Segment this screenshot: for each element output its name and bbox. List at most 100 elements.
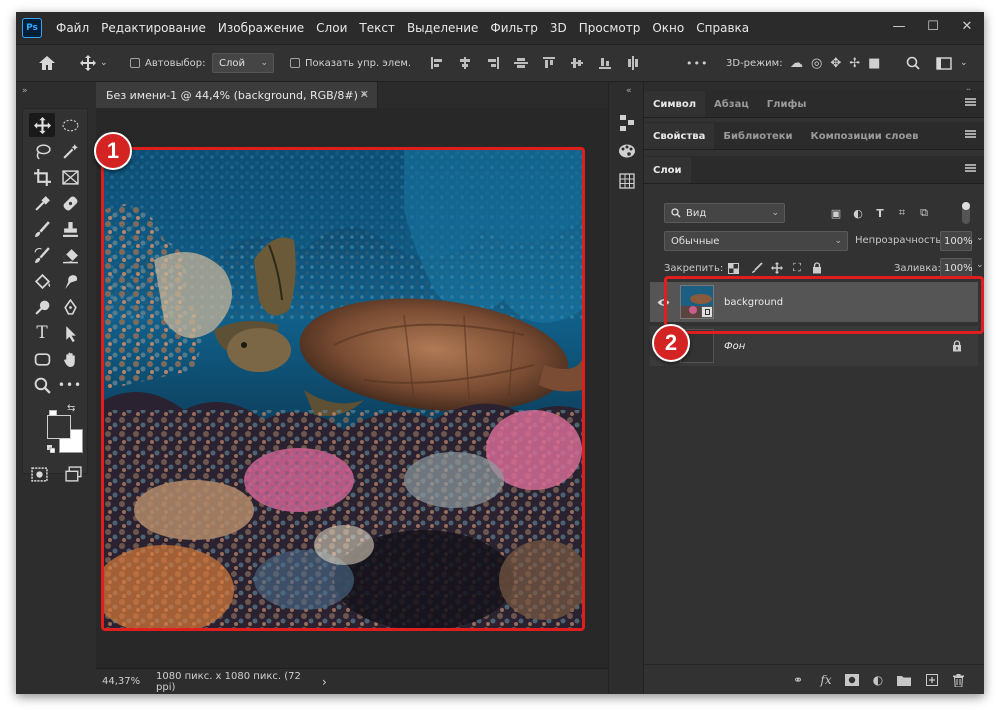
more-tools-button[interactable]: ••• xyxy=(57,373,83,397)
menu-help[interactable]: Справка xyxy=(690,21,755,35)
lock-pixels-icon[interactable] xyxy=(750,261,764,275)
chevron-down-icon[interactable]: ⌄ xyxy=(976,260,984,270)
fx-icon[interactable]: fx xyxy=(818,672,834,688)
default-colors-button[interactable] xyxy=(47,443,56,454)
healing-brush-tool[interactable] xyxy=(57,191,83,215)
move-tool[interactable] xyxy=(29,113,55,137)
search-button[interactable] xyxy=(906,45,920,81)
tab-layer-comps[interactable]: Композиции слоев xyxy=(802,123,928,149)
menu-window[interactable]: Окно xyxy=(646,21,690,35)
tab-glyphs[interactable]: Глифы xyxy=(758,91,816,117)
ellipse-marquee-tool[interactable] xyxy=(57,113,83,137)
mask-icon[interactable] xyxy=(844,672,860,688)
filter-shape-icon[interactable]: ⌗ xyxy=(895,206,909,220)
filter-adjustment-icon[interactable]: ◐ xyxy=(851,206,865,220)
menu-type[interactable]: Текст xyxy=(353,21,401,35)
panel-menu-icon[interactable] xyxy=(965,130,976,138)
collapse-toolbar-icon[interactable]: » xyxy=(22,86,28,96)
panel-menu-icon[interactable] xyxy=(965,98,976,106)
color-panel-button[interactable] xyxy=(616,140,638,162)
quick-mask-button[interactable] xyxy=(26,462,52,486)
lasso-tool[interactable] xyxy=(29,139,55,163)
eraser-tool[interactable] xyxy=(57,243,83,267)
align-top-icon[interactable] xyxy=(542,56,556,70)
brush-tool[interactable] xyxy=(29,217,55,241)
chevron-down-icon[interactable]: ⌄ xyxy=(976,233,984,243)
filter-pixel-icon[interactable]: ▣ xyxy=(829,206,843,220)
tab-character[interactable]: Символ xyxy=(644,91,706,117)
trash-icon[interactable] xyxy=(950,672,966,688)
crop-tool[interactable] xyxy=(29,165,55,189)
tab-libraries[interactable]: Библиотеки xyxy=(714,123,801,149)
align-right-icon[interactable] xyxy=(486,56,500,70)
maximize-button[interactable]: ☐ xyxy=(916,12,950,40)
swap-colors-icon[interactable]: ⇆ xyxy=(67,403,75,414)
foreground-color-swatch[interactable] xyxy=(47,415,71,439)
auto-select-checkbox[interactable]: Автовыбор: xyxy=(130,45,205,81)
paint-bucket-tool[interactable] xyxy=(29,269,55,293)
lock-all-icon[interactable] xyxy=(810,261,824,275)
document-tab[interactable]: Без имени-1 @ 44,4% (background, RGB/8#)… xyxy=(96,82,378,108)
history-panel-button[interactable] xyxy=(616,112,638,134)
lock-artboard-icon[interactable]: ⛶ xyxy=(790,261,804,275)
move-tool-preset[interactable]: ⌄ xyxy=(80,45,108,81)
folder-icon[interactable] xyxy=(896,672,912,688)
path-selection-tool[interactable] xyxy=(57,321,83,345)
close-window-button[interactable]: ✕ xyxy=(950,12,984,40)
menu-select[interactable]: Выделение xyxy=(401,21,484,35)
clone-stamp-tool[interactable] xyxy=(57,217,83,241)
smudge-tool[interactable] xyxy=(57,269,83,293)
opacity-input[interactable]: 100% xyxy=(940,231,973,251)
video-camera-icon[interactable]: ■ xyxy=(868,56,880,71)
zoom-tool[interactable] xyxy=(29,373,55,397)
frame-tool[interactable] xyxy=(57,165,83,189)
screen-mode-button[interactable] xyxy=(60,462,86,486)
tab-layers[interactable]: Слои xyxy=(644,157,691,183)
history-brush-tool[interactable] xyxy=(29,243,55,267)
filter-type-icon[interactable]: T xyxy=(873,206,887,220)
align-bottom-icon[interactable] xyxy=(598,56,612,70)
minimize-button[interactable]: — xyxy=(882,12,916,40)
close-tab-icon[interactable]: ✕ xyxy=(360,88,369,101)
lock-transparency-icon[interactable] xyxy=(726,261,740,275)
new-layer-icon[interactable] xyxy=(924,672,940,688)
magic-wand-tool[interactable] xyxy=(57,139,83,163)
menu-layer[interactable]: Слои xyxy=(310,21,353,35)
swatches-panel-button[interactable] xyxy=(616,170,638,192)
eyedropper-tool[interactable] xyxy=(29,191,55,215)
type-tool[interactable]: T xyxy=(29,321,55,345)
roll-3d-icon[interactable]: ◎ xyxy=(811,56,822,71)
distribute-horizontal-icon[interactable] xyxy=(626,56,640,70)
workspace-button[interactable]: ⌄ xyxy=(936,45,968,81)
layer-filter-dropdown[interactable]: Вид ⌄ xyxy=(664,203,785,223)
align-left-icon[interactable] xyxy=(430,56,444,70)
tab-properties[interactable]: Свойства xyxy=(644,123,715,149)
distribute-icon[interactable] xyxy=(514,56,528,70)
fill-input[interactable]: 100% xyxy=(940,258,973,278)
drag-3d-icon[interactable]: ✥ xyxy=(830,56,841,71)
slide-3d-icon[interactable]: ✢ xyxy=(849,56,860,71)
home-button[interactable] xyxy=(38,45,56,81)
more-options-button[interactable]: ••• xyxy=(686,45,708,81)
panel-menu-icon[interactable] xyxy=(965,164,976,172)
blend-mode-dropdown[interactable]: Обычные ⌄ xyxy=(664,231,848,251)
lock-position-icon[interactable] xyxy=(770,261,784,275)
menu-image[interactable]: Изображение xyxy=(212,21,310,35)
menu-file[interactable]: Файл xyxy=(50,21,95,35)
orbit-3d-icon[interactable]: ☁ xyxy=(790,56,803,71)
tab-paragraph[interactable]: Абзац xyxy=(705,91,758,117)
menu-3d[interactable]: 3D xyxy=(544,21,573,35)
filter-toggle[interactable] xyxy=(962,202,970,224)
align-middle-icon[interactable] xyxy=(570,56,584,70)
document-image[interactable] xyxy=(101,147,585,631)
filter-smart-object-icon[interactable]: ⧉ xyxy=(917,206,931,220)
menu-view[interactable]: Просмотр xyxy=(573,21,647,35)
adjustment-icon[interactable]: ◐ xyxy=(870,672,886,688)
show-transform-controls-checkbox[interactable]: Показать упр. элем. xyxy=(290,45,411,81)
rectangle-tool[interactable] xyxy=(29,347,55,371)
collapse-panels-icon[interactable]: « xyxy=(626,86,632,96)
menu-filter[interactable]: Фильтр xyxy=(484,21,543,35)
menu-edit[interactable]: Редактирование xyxy=(95,21,212,35)
auto-select-dropdown[interactable]: Слой ⌄ xyxy=(212,53,274,73)
hand-tool[interactable] xyxy=(57,347,83,371)
